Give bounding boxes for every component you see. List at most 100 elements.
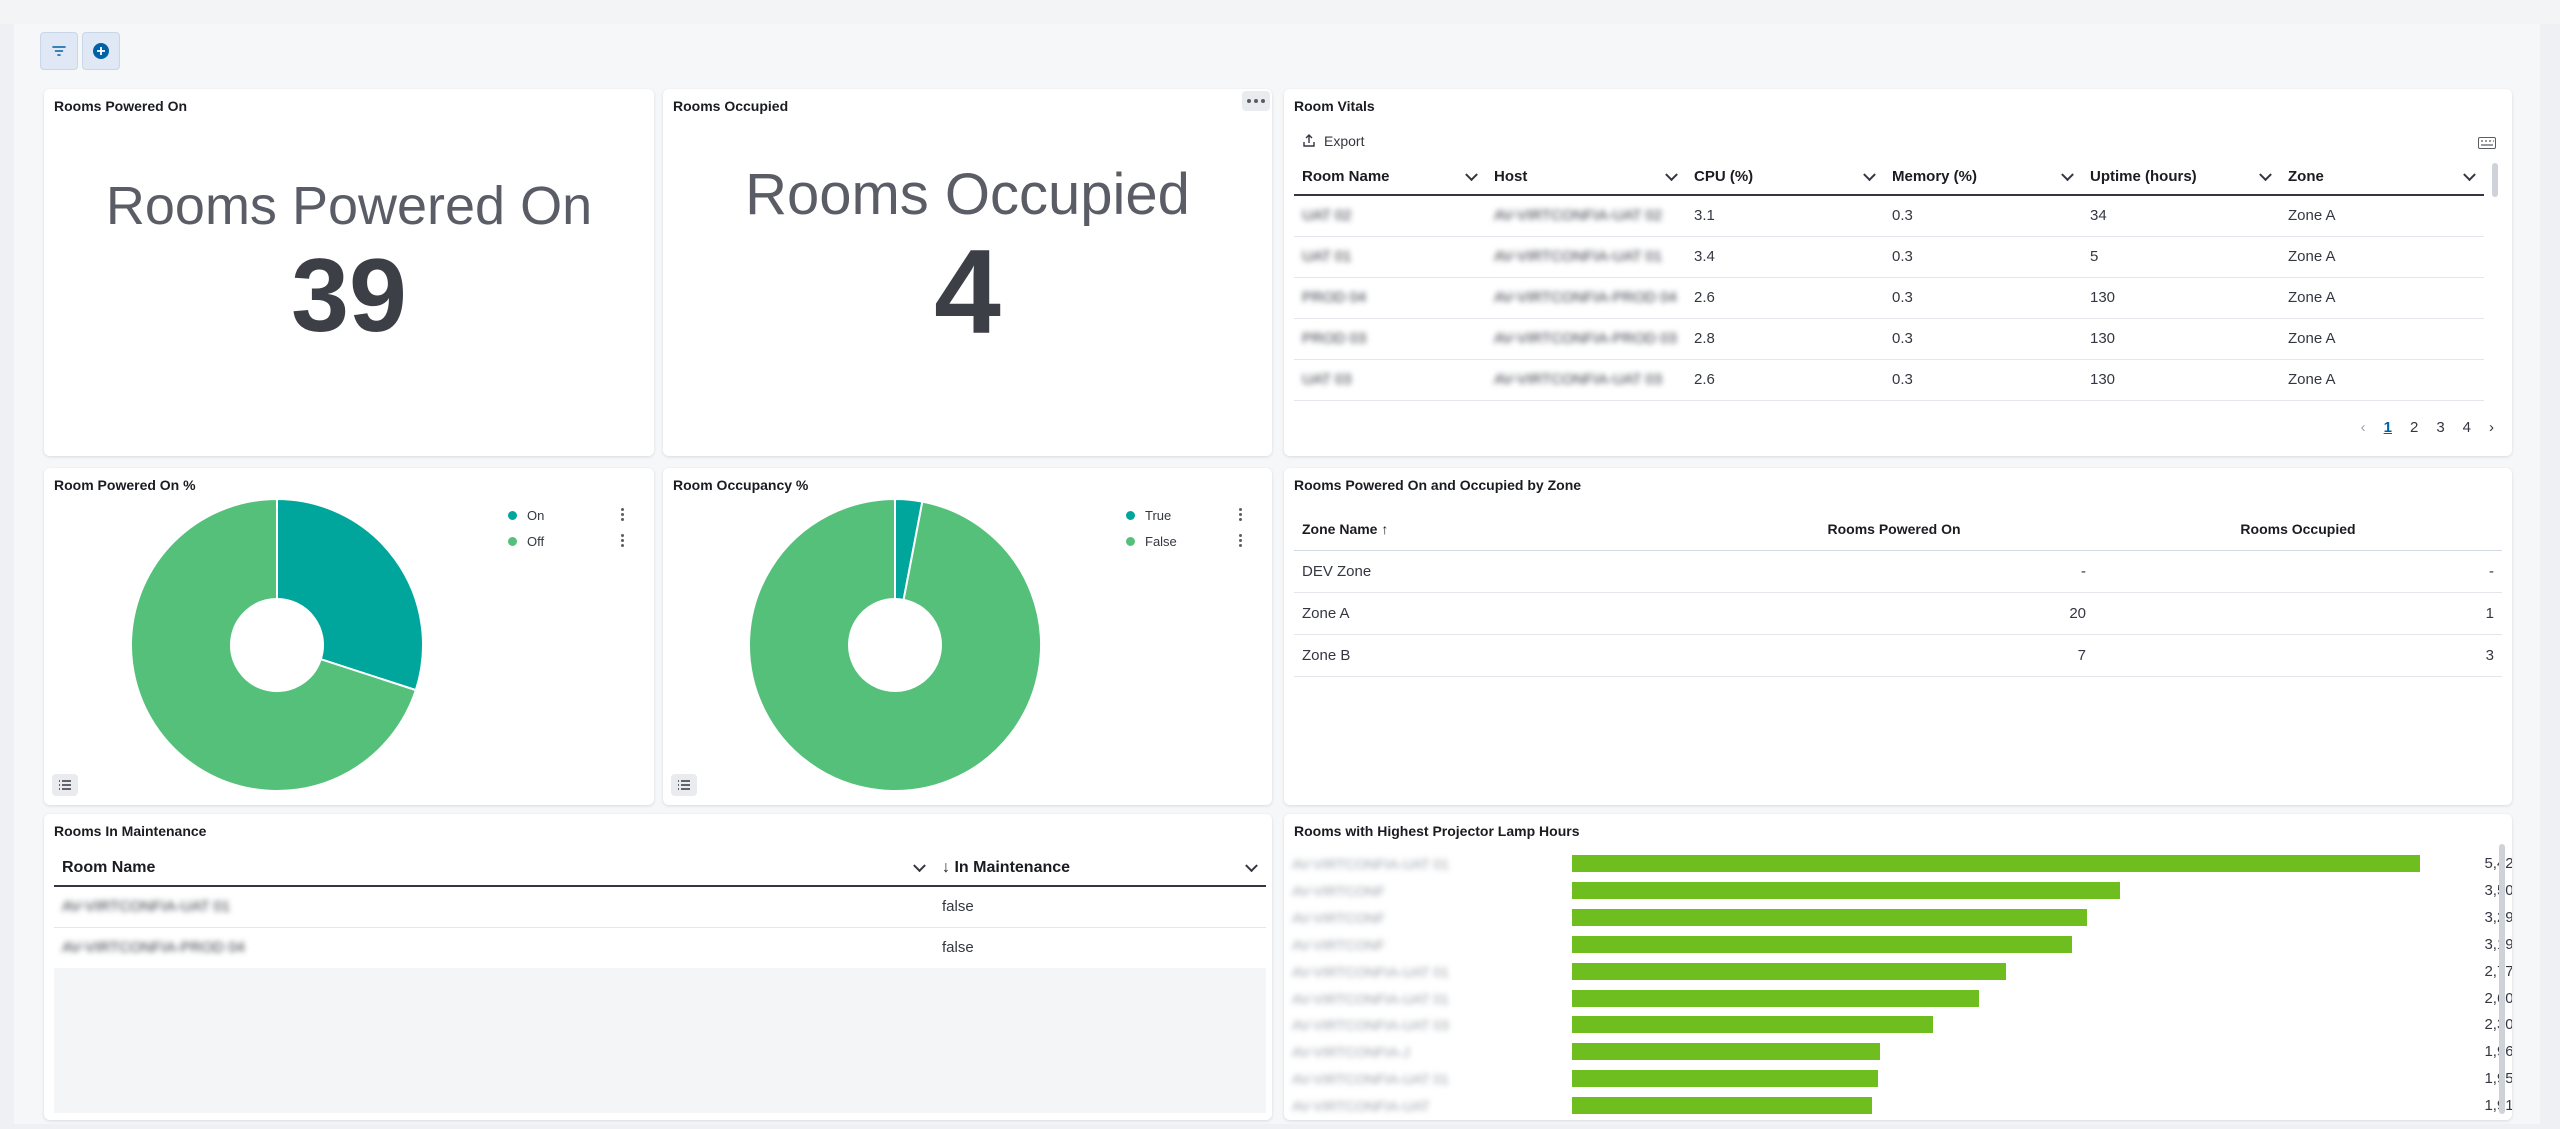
room-name-cell: UAT 02 [1294, 195, 1486, 237]
column-header-in-maintenance[interactable]: ↓ In Maintenance [934, 850, 1266, 887]
column-header-room-name[interactable]: Room Name [1294, 159, 1486, 196]
legend-label: On [527, 507, 545, 523]
legend-dot [508, 536, 517, 546]
page-button-1[interactable]: 1 [2384, 419, 2392, 436]
host-cell: AV-VIRTCONFIA-UAT 03 [1486, 359, 1686, 401]
table-scrollbar[interactable] [2492, 163, 2498, 197]
column-header-zone[interactable]: Zone [2280, 159, 2484, 196]
legend-options-icon[interactable] [1239, 534, 1242, 547]
legend-options-icon[interactable] [621, 534, 624, 547]
bar[interactable] [1572, 1097, 1873, 1115]
table-row: UAT 01 AV-VIRTCONFIA-UAT 01 3.4 0.3 5 Zo… [1294, 236, 2484, 278]
panel-rooms-powered-on: Rooms Powered On Rooms Powered On 39 [44, 89, 654, 456]
host-cell: AV-VIRTCONFIA-PROD 04 [1486, 277, 1686, 319]
pagination: ‹ 1 2 3 4 › [2361, 419, 2494, 436]
sort-ascending-icon: ↑ [1381, 520, 1389, 537]
chevron-down-icon [1465, 167, 1478, 181]
bar-row: AV-VIRTCONF3,500 [1284, 879, 2512, 906]
bar-category-label: AV-VIRTCONF [1292, 882, 1385, 899]
legend-options-icon[interactable] [621, 508, 624, 521]
legend-item[interactable]: False [1126, 528, 1256, 554]
bar[interactable] [1572, 962, 2006, 980]
page-button-3[interactable]: 3 [2436, 419, 2444, 436]
donut-slice-false[interactable] [748, 497, 1042, 792]
panel-title: Room Vitals [1294, 98, 1375, 114]
table-row: Zone A 20 1 [1294, 592, 2502, 635]
page-button-2[interactable]: 2 [2410, 419, 2418, 436]
legend-options-icon[interactable] [1239, 508, 1242, 521]
cpu-cell: 2.8 [1686, 318, 1884, 360]
bar-row: AV-VIRTCONF3,292 [1284, 906, 2512, 933]
room-name-cell: UAT 03 [1294, 359, 1486, 401]
bar-row: AV-VIRTCONFIA-UAT 015,420 [1284, 852, 2512, 879]
panel-room-powered-on-pct: Room Powered On % On Off [44, 468, 654, 805]
column-header-rooms-powered-on[interactable]: Rooms Powered On [1694, 508, 2094, 551]
list-icon [678, 780, 690, 790]
rooms-powered-on-cell: 20 [1694, 592, 2094, 635]
column-header-rooms-occupied[interactable]: Rooms Occupied [2094, 508, 2502, 551]
cpu-cell: 3.4 [1686, 236, 1884, 278]
legend-dot [1126, 510, 1135, 520]
bar-row: AV-VIRTCONFIA-J1,969 [1284, 1040, 2512, 1067]
export-button[interactable]: Export [1302, 133, 1364, 149]
panel-options-button[interactable] [1242, 91, 1270, 111]
rooms-powered-on-cell: 7 [1694, 634, 2094, 677]
plus-circle-icon [93, 43, 109, 59]
legend-item[interactable]: True [1126, 502, 1256, 528]
next-page-icon[interactable]: › [2489, 419, 2494, 436]
room-name-cell: UAT 01 [1294, 236, 1486, 278]
column-header-host[interactable]: Host [1486, 159, 1686, 196]
chart-legend: True False [1126, 502, 1256, 554]
in-maintenance-cell: false [934, 927, 1266, 969]
host-cell: AV-VIRTCONFIA-UAT 01 [1486, 236, 1686, 278]
bar-category-label: AV-VIRTCONFIA-UAT [1292, 1098, 1430, 1115]
bar[interactable] [1572, 881, 2120, 899]
legend-item[interactable]: On [508, 502, 638, 528]
legend-item[interactable]: Off [508, 528, 638, 554]
memory-cell: 0.3 [1884, 195, 2082, 237]
keyboard-icon[interactable] [2478, 137, 2496, 149]
filter-button[interactable] [40, 32, 78, 70]
browser-top-strip [0, 0, 2560, 24]
table-row: AV-VIRTCONFIA-UAT 01 false [54, 886, 1266, 928]
table-row: AV-VIRTCONFIA-PROD 04 false [54, 927, 1266, 969]
chart-scrollbar[interactable] [2499, 844, 2505, 1114]
room-vitals-table: Room Name Host CPU (%) Memory (%) Uptime… [1294, 159, 2484, 401]
bar[interactable] [1572, 989, 1980, 1007]
column-header-room-name[interactable]: Room Name [54, 850, 934, 887]
donut-slice-on[interactable] [276, 497, 424, 692]
column-header-uptime[interactable]: Uptime (hours) [2082, 159, 2280, 196]
bar[interactable] [1572, 1043, 1881, 1061]
dashboard-controls [40, 32, 120, 72]
chevron-down-icon [2463, 167, 2476, 181]
legend-toggle-button[interactable] [52, 774, 78, 796]
bar-category-label: AV-VIRTCONF [1292, 936, 1385, 953]
chevron-down-icon [2259, 167, 2272, 181]
bar[interactable] [1572, 935, 2072, 953]
bar[interactable] [1572, 855, 2420, 872]
maintenance-table: Room Name ↓ In Maintenance AV-VIRTCONFIA… [54, 850, 1266, 969]
column-header-memory[interactable]: Memory (%) [1884, 159, 2082, 196]
add-filter-button[interactable] [82, 32, 120, 70]
column-header-zone-name[interactable]: Zone Name ↑ [1294, 508, 1694, 551]
bar[interactable] [1572, 1070, 1879, 1088]
bar[interactable] [1572, 1016, 1933, 1034]
table-row: Zone B 7 3 [1294, 634, 2502, 677]
export-icon [1303, 134, 1315, 147]
prev-page-icon[interactable]: ‹ [2361, 419, 2366, 436]
chevron-down-icon [1665, 167, 1678, 181]
metric-label: Rooms Powered On [105, 176, 593, 236]
page-button-4[interactable]: 4 [2463, 419, 2471, 436]
cpu-cell: 3.1 [1686, 195, 1884, 237]
panel-rooms-occupied: Rooms Occupied Rooms Occupied 4 [663, 89, 1272, 456]
bar-row: AV-VIRTCONFIA-UAT1,919 [1284, 1094, 2512, 1120]
panel-projector-lamp-hours: Rooms with Highest Projector Lamp Hours … [1284, 814, 2512, 1120]
memory-cell: 0.3 [1884, 318, 2082, 360]
export-label: Export [1324, 133, 1365, 149]
panel-rooms-in-maintenance: Rooms In Maintenance Room Name ↓ In Main… [44, 814, 1272, 1120]
bar[interactable] [1572, 908, 2088, 926]
zone-name-cell: DEV Zone [1294, 550, 1694, 593]
column-header-cpu[interactable]: CPU (%) [1686, 159, 1884, 196]
legend-toggle-button[interactable] [671, 774, 697, 796]
bar-category-label: AV-VIRTCONFIA-UAT 01 [1292, 990, 1449, 1007]
